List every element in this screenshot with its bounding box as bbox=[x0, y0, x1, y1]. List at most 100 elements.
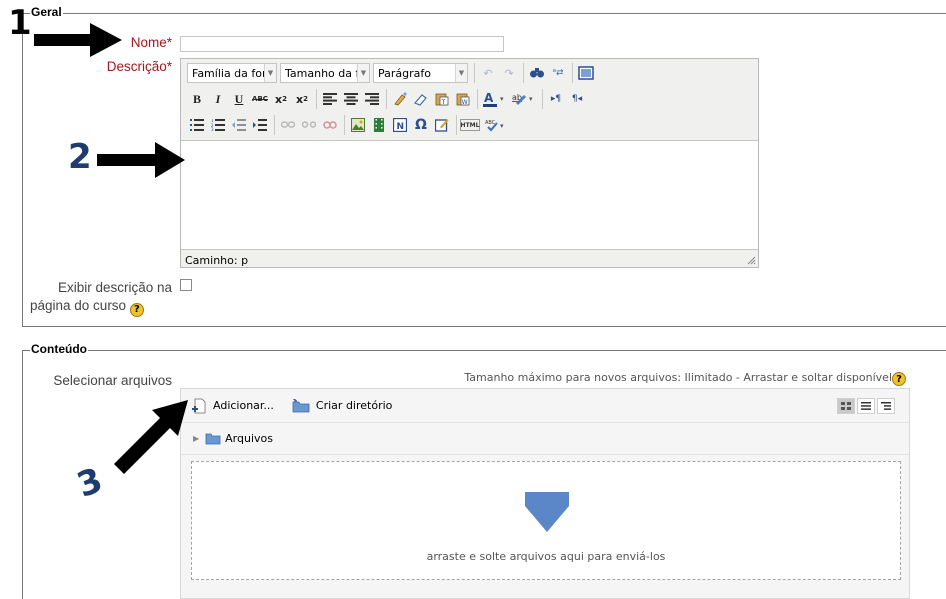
font-size-select[interactable]: Tamanho da fc ▼ bbox=[280, 63, 370, 83]
list-view-icon[interactable] bbox=[857, 398, 875, 414]
paste-word-icon[interactable]: W bbox=[453, 89, 473, 109]
svg-text:▾: ▾ bbox=[529, 95, 533, 103]
link-icon[interactable] bbox=[278, 115, 298, 135]
svg-text:▾: ▾ bbox=[500, 122, 504, 130]
help-icon[interactable]: ? bbox=[129, 303, 144, 317]
underline-icon[interactable]: U bbox=[229, 89, 249, 109]
paste-text-icon[interactable]: T bbox=[432, 89, 452, 109]
general-legend: Geral bbox=[30, 5, 63, 19]
folder-icon bbox=[205, 433, 221, 444]
toolbar-separator bbox=[316, 89, 317, 109]
content-legend: Conteúdo bbox=[30, 342, 88, 356]
toolbar-separator bbox=[274, 115, 275, 135]
align-center-icon[interactable] bbox=[341, 89, 361, 109]
add-file-button[interactable]: Adicionar... bbox=[191, 398, 274, 414]
required-mark: * bbox=[166, 35, 172, 50]
fullscreen-icon[interactable] bbox=[576, 63, 596, 83]
emoticon-icon[interactable]: N bbox=[390, 115, 410, 135]
max-size-value: Tamanho máximo para novos arquivos: Ilim… bbox=[464, 371, 892, 384]
name-label-text: Nome bbox=[130, 35, 167, 50]
anchor-icon[interactable] bbox=[320, 115, 340, 135]
spellcheck-icon[interactable]: ABC ▾ bbox=[483, 115, 509, 135]
select-files-label: Selecionar arquivos bbox=[53, 373, 172, 388]
image-icon[interactable] bbox=[348, 115, 368, 135]
toolbar-separator bbox=[477, 89, 478, 109]
file-manager-toolbar: Adicionar... Criar diretório bbox=[181, 389, 909, 423]
file-manager: Adicionar... Criar diretório ▶ Arquivos … bbox=[180, 388, 910, 599]
rtl-icon[interactable]: ¶◂ bbox=[567, 89, 587, 109]
nonbreaking-icon[interactable] bbox=[432, 115, 452, 135]
special-char-icon[interactable]: Ω bbox=[411, 115, 431, 135]
toolbar-separator bbox=[474, 63, 475, 83]
chevron-down-icon: ▼ bbox=[264, 64, 276, 82]
editor-path: Caminho: p bbox=[185, 254, 249, 267]
find-icon[interactable] bbox=[527, 63, 547, 83]
arrow-pointer-icon bbox=[114, 400, 188, 474]
subscript-icon[interactable]: x2 bbox=[271, 89, 291, 109]
unlink-icon[interactable] bbox=[299, 115, 319, 135]
bullet-list-icon[interactable] bbox=[187, 115, 207, 135]
max-size-text: Tamanho máximo para novos arquivos: Ilim… bbox=[380, 371, 892, 384]
tree-view-icon[interactable] bbox=[877, 398, 895, 414]
create-directory-button[interactable]: Criar diretório bbox=[292, 398, 392, 413]
highlight-icon[interactable]: ab ▾ bbox=[510, 89, 538, 109]
outdent-icon[interactable] bbox=[229, 115, 249, 135]
bold-icon[interactable]: B bbox=[187, 89, 207, 109]
editor-content-area[interactable] bbox=[181, 140, 758, 250]
add-file-icon bbox=[192, 398, 206, 413]
font-family-value: Família da font bbox=[192, 66, 274, 80]
indent-icon[interactable] bbox=[250, 115, 270, 135]
description-label: Descrição* bbox=[80, 58, 172, 76]
drop-zone[interactable]: arraste e solte arquivos aqui para enviá… bbox=[191, 461, 901, 580]
format-value: Parágrafo bbox=[378, 66, 431, 80]
name-input[interactable] bbox=[180, 36, 504, 52]
editor-toolbar-row-2: B I U ABC x2 x2 T W A ▾ ab ▾ ▸¶ ¶◂ bbox=[187, 89, 588, 109]
arrow-pointer-icon bbox=[97, 142, 185, 178]
toolbar-separator bbox=[572, 63, 573, 83]
font-size-value: Tamanho da fc bbox=[285, 66, 366, 80]
description-editor: Família da font ▼ Tamanho da fc ▼ Parágraf… bbox=[180, 58, 759, 268]
strikethrough-icon[interactable]: ABC bbox=[250, 89, 270, 109]
arrow-pointer-icon bbox=[34, 23, 122, 57]
undo-icon[interactable]: ↶ bbox=[478, 63, 498, 83]
show-description-checkbox[interactable] bbox=[180, 279, 192, 291]
editor-toolbar-row-3: 123 N Ω HTML ABC ▾ bbox=[187, 115, 510, 135]
show-description-line-2: página do curso bbox=[30, 298, 127, 313]
svg-text:W: W bbox=[462, 99, 468, 106]
show-description-line-1: Exibir descrição na bbox=[57, 280, 172, 295]
media-icon[interactable] bbox=[369, 115, 389, 135]
html-icon[interactable]: HTML bbox=[460, 119, 480, 131]
add-file-label: Adicionar... bbox=[213, 399, 274, 412]
superscript-icon[interactable]: x2 bbox=[292, 89, 312, 109]
cleanup-icon[interactable] bbox=[390, 89, 410, 109]
svg-text:▾: ▾ bbox=[500, 95, 504, 103]
annotation-number-2: 2 bbox=[68, 137, 92, 177]
eraser-icon[interactable] bbox=[411, 89, 431, 109]
svg-text:N: N bbox=[397, 122, 405, 132]
file-manager-path: ▶ Arquivos bbox=[181, 423, 909, 455]
folder-label[interactable]: Arquivos bbox=[225, 432, 273, 445]
svg-text:3: 3 bbox=[211, 127, 214, 131]
expand-icon[interactable]: ▶ bbox=[193, 434, 199, 443]
grid-view-icon[interactable] bbox=[837, 398, 855, 414]
redo-icon[interactable]: ↷ bbox=[499, 63, 519, 83]
toolbar-separator bbox=[523, 63, 524, 83]
align-left-icon[interactable] bbox=[320, 89, 340, 109]
ltr-icon[interactable]: ▸¶ bbox=[546, 89, 566, 109]
font-family-select[interactable]: Família da font ▼ bbox=[187, 63, 277, 83]
view-switcher bbox=[835, 398, 895, 414]
toolbar-separator bbox=[542, 89, 543, 109]
text-color-icon[interactable]: A ▾ bbox=[481, 89, 509, 109]
chevron-down-icon: ▼ bbox=[357, 64, 369, 82]
help-icon[interactable]: ? bbox=[892, 372, 906, 386]
editor-toolbar-row-1: Família da font ▼ Tamanho da fc ▼ Parágraf… bbox=[187, 63, 597, 83]
format-select[interactable]: Parágrafo ▼ bbox=[373, 63, 468, 83]
italic-icon[interactable]: I bbox=[208, 89, 228, 109]
resize-grip-icon[interactable] bbox=[747, 256, 756, 265]
drop-zone-text: arraste e solte arquivos aqui para enviá… bbox=[426, 550, 666, 563]
align-right-icon[interactable] bbox=[362, 89, 382, 109]
replace-icon[interactable]: ᵃ⇄ bbox=[548, 63, 568, 83]
svg-text:A: A bbox=[484, 91, 494, 105]
numbered-list-icon[interactable]: 123 bbox=[208, 115, 228, 135]
chevron-down-icon: ▼ bbox=[455, 64, 467, 82]
